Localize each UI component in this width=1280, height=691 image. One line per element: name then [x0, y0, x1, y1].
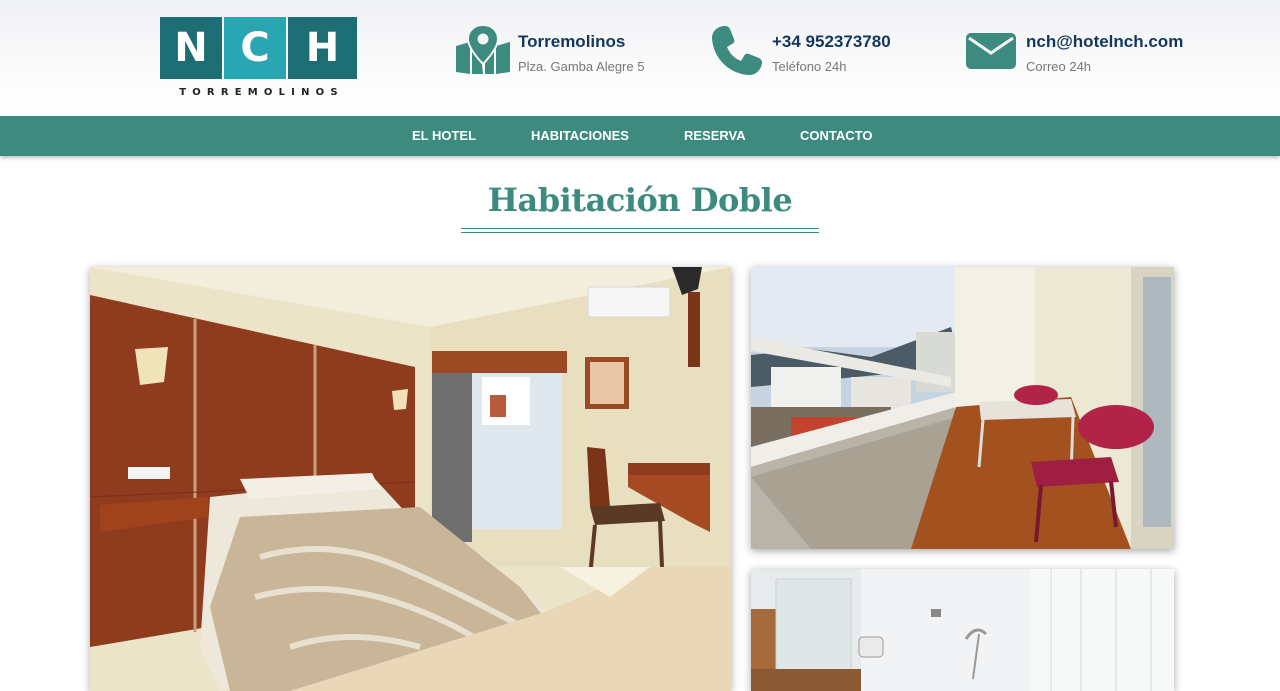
nav-reserva[interactable]: RESERVA	[684, 128, 746, 143]
hotel-logo[interactable]: N C H TORREMOLINOS	[160, 17, 357, 100]
balcony-photo[interactable]	[751, 267, 1174, 549]
title-divider	[461, 228, 819, 233]
contact-location: Torremolinos Plza. Gamba Alegre 5	[454, 23, 654, 81]
envelope-icon	[965, 32, 1017, 75]
logo-letter-h: H	[288, 17, 357, 79]
contact-phone[interactable]: +34 952373780 Teléfono 24h	[711, 24, 911, 80]
contact-email-title: nch@hotelnch.com	[1026, 32, 1184, 51]
contact-location-subtitle: Plza. Gamba Alegre 5	[518, 59, 645, 74]
logo-letter-c: C	[224, 17, 286, 79]
contact-phone-subtitle: Teléfono 24h	[772, 59, 847, 74]
site-header: N C H TORREMOLINOS Torremolinos Plza. Ga…	[0, 0, 1280, 116]
contact-location-title: Torremolinos	[518, 32, 626, 51]
map-pin-icon	[454, 23, 512, 81]
contact-email[interactable]: nch@hotelnch.com Correo 24h	[965, 24, 1184, 80]
nav-habitaciones[interactable]: HABITACIONES	[531, 128, 629, 143]
nav-contacto[interactable]: CONTACTO	[800, 128, 872, 143]
main-navigation: EL HOTEL HABITACIONES RESERVA CONTACTO	[0, 116, 1280, 156]
logo-letters: N C H	[160, 17, 357, 79]
bedroom-photo[interactable]	[90, 267, 731, 691]
logo-subtitle: TORREMOLINOS	[179, 87, 344, 98]
page-title: Habitación Doble	[487, 181, 793, 219]
nav-el-hotel[interactable]: EL HOTEL	[412, 128, 476, 143]
contact-email-subtitle: Correo 24h	[1026, 59, 1092, 74]
bathroom-photo[interactable]	[751, 569, 1174, 691]
phone-icon	[711, 24, 763, 81]
logo-letter-n: N	[160, 17, 222, 79]
contact-phone-title: +34 952373780	[772, 32, 891, 51]
